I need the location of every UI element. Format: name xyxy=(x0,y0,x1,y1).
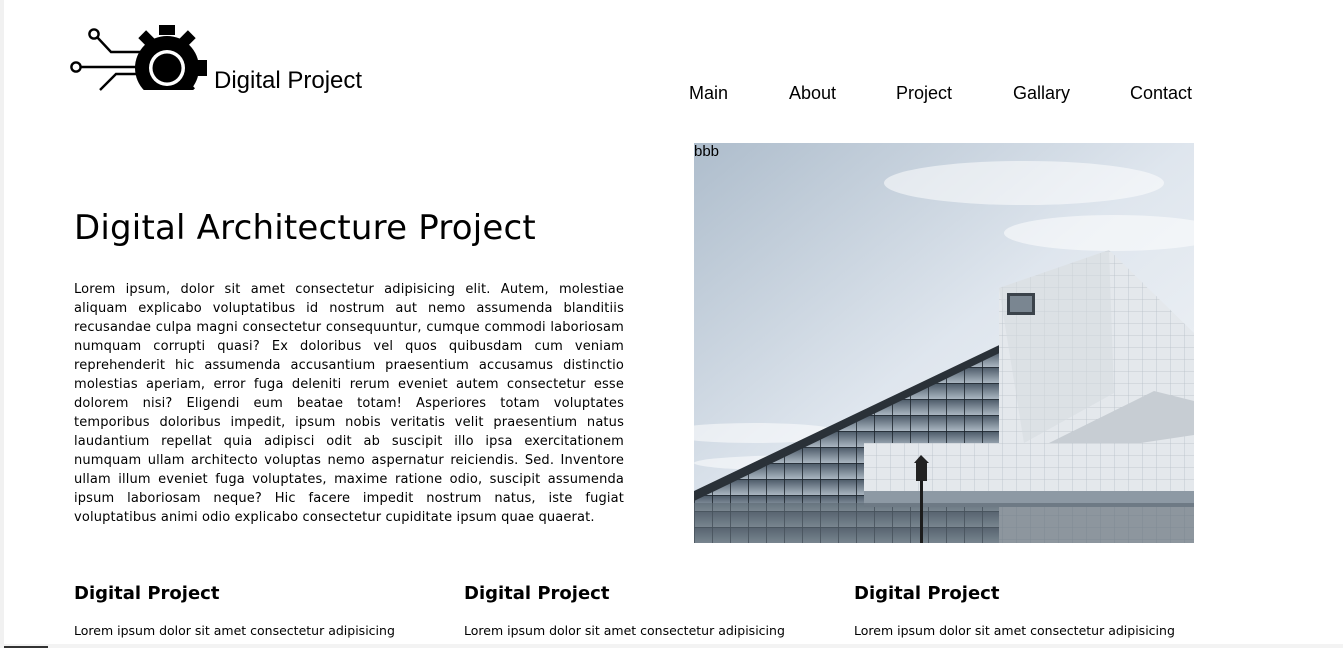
feature-card: Digital Project Lorem ipsum dolor sit am… xyxy=(464,583,794,639)
nav-item-project[interactable]: Project xyxy=(896,82,952,104)
feature-title: Digital Project xyxy=(464,583,610,604)
feature-text: Lorem ipsum dolor sit amet consectetur a… xyxy=(854,623,1175,638)
nav-item-contact[interactable]: Contact xyxy=(1130,82,1192,104)
nav-item-main[interactable]: Main xyxy=(689,82,728,104)
page: Digital Project Main About Project Galla… xyxy=(0,0,1343,648)
hero-title: Digital Architecture Project xyxy=(74,208,536,248)
feature-text: Lorem ipsum dolor sit amet consectetur a… xyxy=(464,623,785,638)
main-nav: Main About Project Gallary Contact xyxy=(0,82,1343,104)
feature-card: Digital Project Lorem ipsum dolor sit am… xyxy=(74,583,404,639)
hero-image xyxy=(694,143,1194,543)
hero-description: Lorem ipsum, dolor sit amet consectetur … xyxy=(74,282,624,525)
image-alt-text: bbb xyxy=(694,143,720,160)
nav-item-about[interactable]: About xyxy=(789,82,836,104)
nav-item-gallery[interactable]: Gallary xyxy=(1013,82,1070,104)
feature-text: Lorem ipsum dolor sit amet consectetur a… xyxy=(74,623,395,638)
feature-card: Digital Project Lorem ipsum dolor sit am… xyxy=(854,583,1184,639)
feature-title: Digital Project xyxy=(74,583,220,604)
horizontal-scrollbar[interactable] xyxy=(0,644,1343,648)
feature-title: Digital Project xyxy=(854,583,1000,604)
